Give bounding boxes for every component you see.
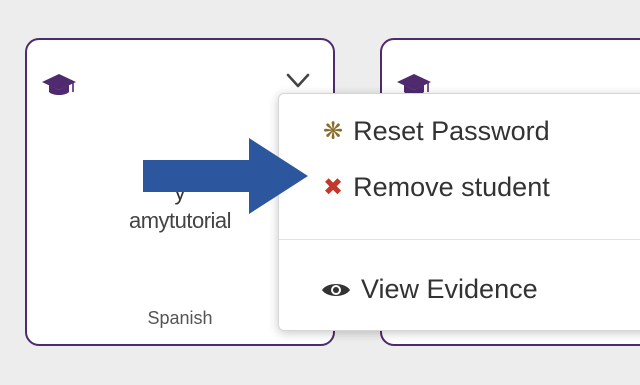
graduation-cap-icon [42, 74, 76, 95]
menu-divider [279, 239, 640, 240]
menu-item-reset-password[interactable]: ❋ Reset Password [323, 116, 550, 147]
asterisk-icon: ❋ [323, 117, 344, 145]
menu-item-view-evidence[interactable]: View Evidence [321, 274, 538, 305]
menu-item-remove-student[interactable]: ✖ Remove student [323, 172, 550, 203]
menu-item-label: Remove student [353, 172, 550, 202]
arrow-right-icon [143, 138, 308, 214]
x-icon: ✖ [323, 173, 344, 201]
menu-item-label: Reset Password [353, 116, 550, 146]
menu-item-label: View Evidence [361, 274, 538, 304]
chevron-down-icon[interactable] [285, 72, 311, 90]
student-actions-menu: ❋ Reset Password ✖ Remove student View E… [278, 93, 640, 331]
eye-icon [322, 283, 350, 296]
